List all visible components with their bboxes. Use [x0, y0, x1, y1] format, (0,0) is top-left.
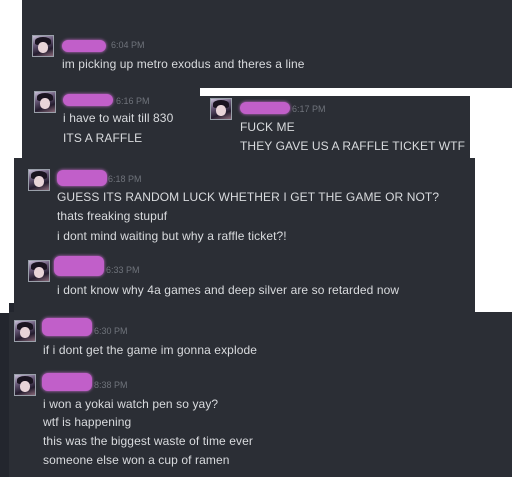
message-text: i dont know why 4a games and deep silver… [57, 283, 400, 297]
message-text: this was the biggest waste of time ever [43, 434, 253, 448]
avatar[interactable] [28, 169, 50, 191]
username-redacted[interactable] [42, 373, 92, 391]
message-text: i dont mind waiting but why a raffle tic… [57, 229, 287, 243]
avatar[interactable] [34, 91, 56, 113]
timestamp: 6:33 PM [106, 265, 140, 275]
message-text: im picking up metro exodus and theres a … [62, 57, 305, 71]
message-text: if i dont get the game im gonna explode [43, 343, 258, 357]
message-text: someone else won a cup of ramen [43, 453, 230, 467]
message-text: i have to wait till 830 [63, 111, 174, 125]
avatar[interactable] [14, 320, 36, 342]
username-redacted[interactable] [240, 102, 290, 114]
avatar[interactable] [32, 35, 54, 57]
background-gap [0, 0, 22, 158]
timestamp: 6:16 PM [116, 96, 150, 106]
background-gap [475, 162, 512, 312]
avatar[interactable] [210, 98, 232, 120]
message-text: THEY GAVE US A RAFFLE TICKET WTF [240, 139, 466, 153]
timestamp: 6:04 PM [111, 40, 145, 50]
message-text: GUESS ITS RANDOM LUCK WHETHER I GET THE … [57, 190, 440, 204]
timestamp: 6:17 PM [292, 104, 326, 114]
message-text: FUCK ME [240, 120, 295, 134]
timestamp: 8:38 PM [94, 380, 128, 390]
username-redacted[interactable] [42, 318, 92, 336]
avatar[interactable] [28, 260, 50, 282]
background-gap [470, 96, 512, 162]
background-gap [0, 303, 9, 313]
timestamp: 6:18 PM [108, 174, 142, 184]
username-redacted[interactable] [62, 40, 106, 52]
background-gap [0, 158, 14, 303]
message-text: thats freaking stupuf [57, 209, 168, 223]
background-gap [200, 88, 512, 96]
timestamp: 6:30 PM [94, 326, 128, 336]
message-text: ITS A RAFFLE [63, 131, 143, 145]
username-redacted[interactable] [63, 94, 113, 106]
message-text: i won a yokai watch pen so yay? [43, 397, 219, 411]
username-redacted[interactable] [54, 256, 104, 276]
message-text: wtf is happening [43, 415, 132, 429]
avatar[interactable] [14, 374, 36, 396]
username-redacted[interactable] [57, 170, 107, 186]
